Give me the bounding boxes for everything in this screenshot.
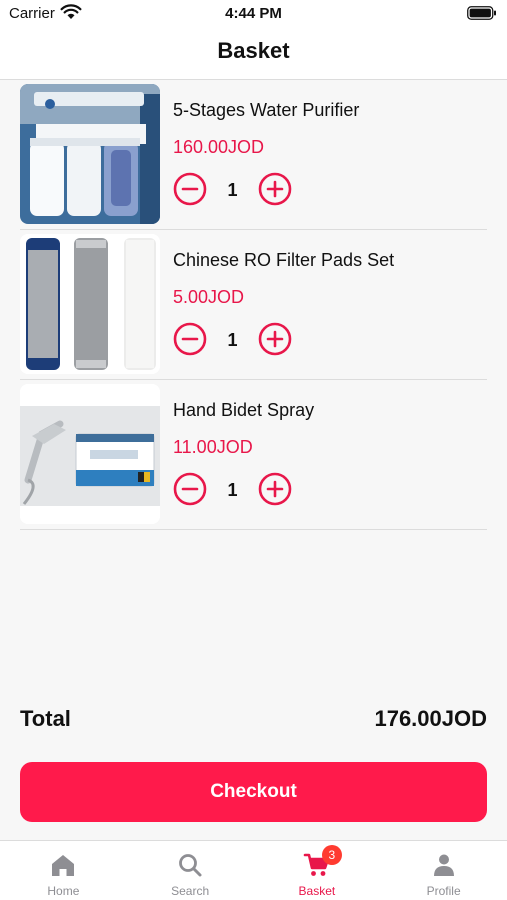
- increase-quantity-button[interactable]: [258, 172, 292, 206]
- quantity-value: 1: [227, 330, 238, 350]
- cart-count-badge: 3: [321, 845, 342, 865]
- decrease-quantity-button[interactable]: [173, 172, 207, 206]
- bidet-spray-photo[interactable]: [20, 384, 160, 524]
- decrease-quantity-button[interactable]: [173, 472, 207, 506]
- increase-quantity-button[interactable]: [258, 472, 292, 506]
- checkout-button[interactable]: Checkout: [20, 762, 487, 822]
- total-value: 176.00JOD: [374, 706, 487, 731]
- tab-label: Basket: [298, 884, 336, 898]
- basket-item: 5-Stages Water Purifier 160.00JOD 1: [0, 80, 507, 230]
- tab-profile[interactable]: Profile: [380, 841, 507, 900]
- item-price: 5.00JOD: [173, 287, 245, 307]
- nav-bar: Basket: [0, 28, 507, 80]
- tab-home[interactable]: Home: [0, 841, 127, 900]
- home-icon: [52, 855, 75, 876]
- tab-label: Search: [171, 884, 210, 898]
- total-label: Total: [20, 706, 71, 731]
- search-icon: [179, 854, 202, 877]
- item-name[interactable]: Hand Bidet Spray: [173, 400, 314, 421]
- water-purifier-photo[interactable]: [20, 84, 160, 224]
- item-name[interactable]: 5-Stages Water Purifier: [173, 100, 359, 121]
- basket-list: 5-Stages Water Purifier 160.00JOD 1 Chin…: [0, 80, 507, 530]
- status-time: 4:44 PM: [225, 5, 282, 22]
- page-title: Basket: [217, 38, 290, 63]
- item-price: 11.00JOD: [173, 437, 253, 457]
- basket-item: Hand Bidet Spray 11.00JOD 1: [0, 380, 507, 530]
- tab-search[interactable]: Search: [127, 841, 254, 900]
- status-bar: Carrier 4:44 PM: [0, 0, 507, 28]
- filter-cartridges-photo[interactable]: [20, 234, 160, 374]
- tab-label: Home: [47, 884, 80, 898]
- increase-quantity-button[interactable]: [258, 322, 292, 356]
- battery-icon: [467, 6, 496, 20]
- tab-label: Profile: [426, 884, 461, 898]
- basket-item: Chinese RO Filter Pads Set 5.00JOD 1: [0, 230, 507, 380]
- tab-basket[interactable]: 3 Basket: [254, 841, 381, 900]
- item-divider: [20, 529, 487, 530]
- item-name[interactable]: Chinese RO Filter Pads Set: [173, 250, 394, 271]
- decrease-quantity-button[interactable]: [173, 322, 207, 356]
- quantity-value: 1: [227, 480, 238, 500]
- tab-bar: Home Search 3 Basket Profile: [0, 840, 507, 900]
- person-icon: [433, 854, 454, 876]
- basket-screen: Carrier 4:44 PM Basket 5-Stages Water Pu…: [0, 0, 507, 900]
- quantity-value: 1: [227, 180, 238, 200]
- item-price: 160.00JOD: [173, 137, 265, 157]
